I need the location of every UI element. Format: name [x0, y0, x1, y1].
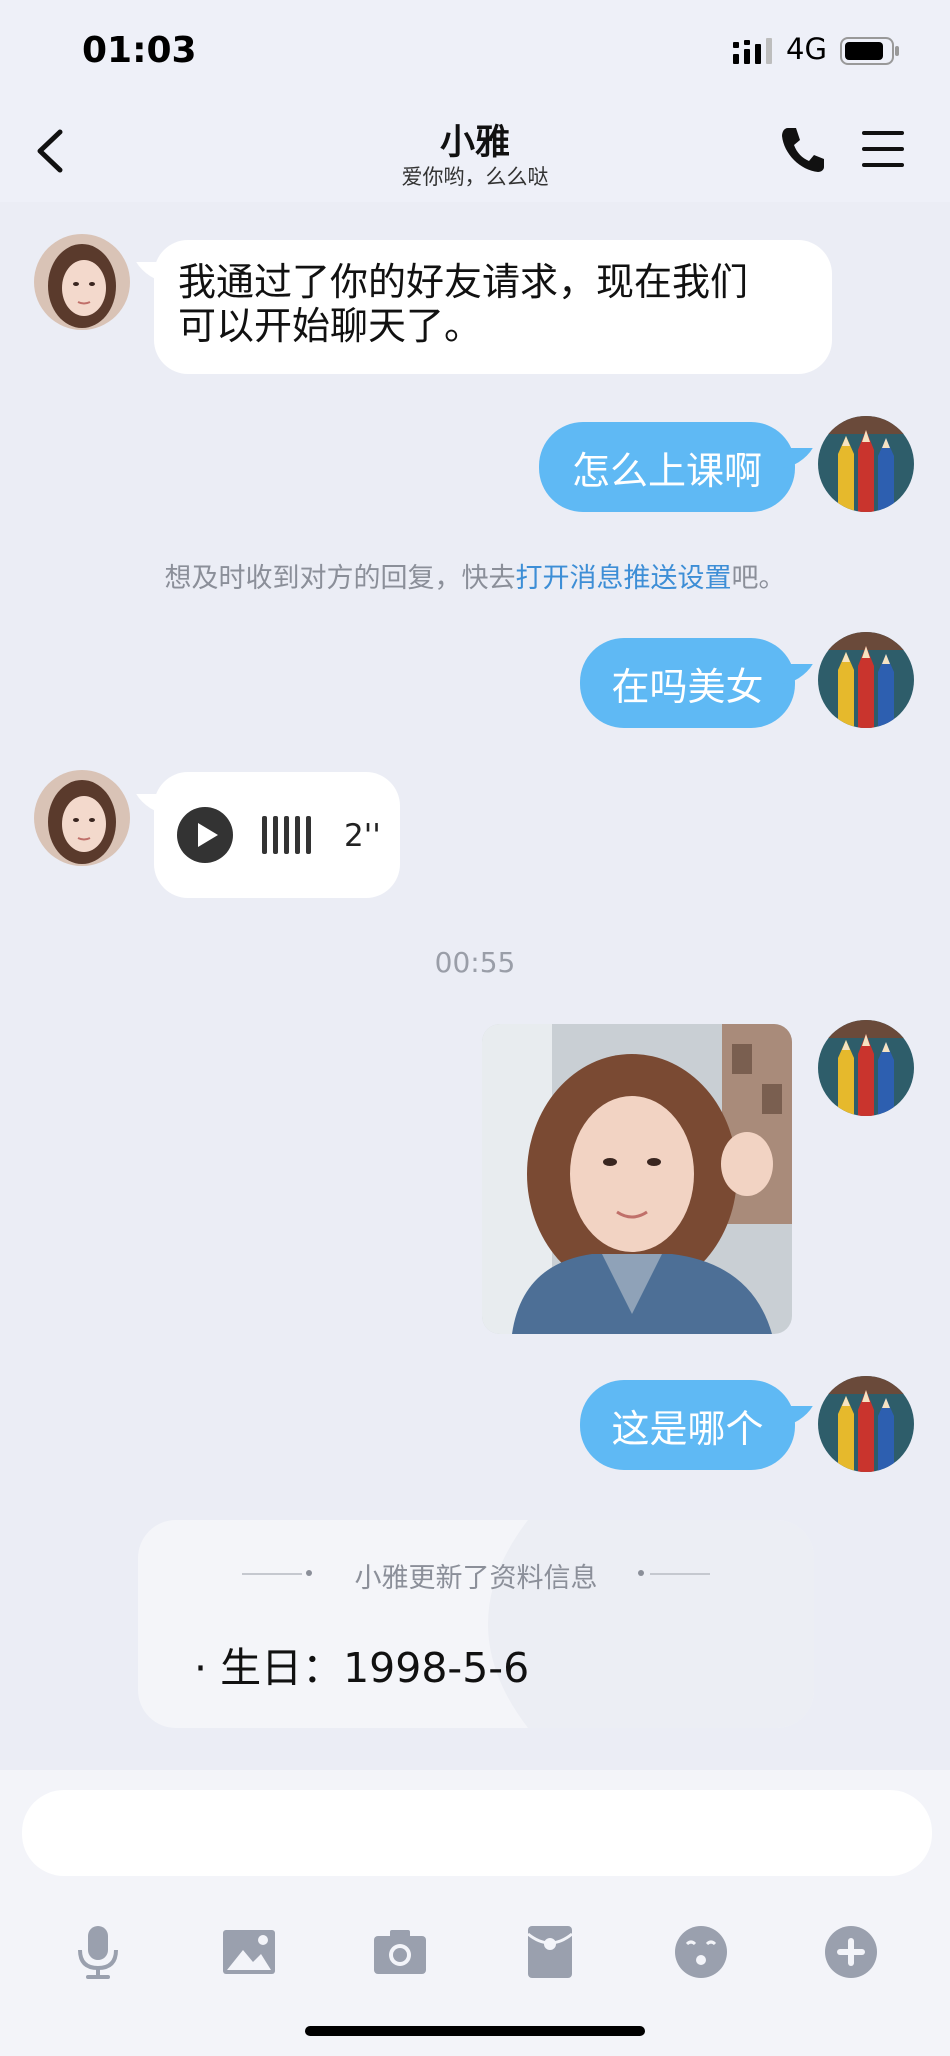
- home-indicator: [305, 2026, 645, 2036]
- push-settings-notice: 想及时收到对方的回复，快去打开消息推送设置吧。: [0, 556, 950, 595]
- chat-header: 小雅 爱你哟，么么哒: [0, 100, 950, 202]
- message-text-line: 我通过了你的好友请求，现在我们: [178, 260, 749, 304]
- plus-icon[interactable]: [821, 1922, 881, 1982]
- message-text: 在吗美女: [611, 664, 764, 709]
- contact-avatar[interactable]: [34, 770, 130, 866]
- my-avatar[interactable]: [818, 416, 914, 512]
- voice-wave-icon: [262, 816, 311, 854]
- input-area: [0, 1770, 950, 2056]
- photo-message[interactable]: [482, 1024, 792, 1334]
- notice-text: 想及时收到对方的回复，快去: [164, 563, 516, 594]
- voice-duration: 2'': [344, 818, 381, 854]
- profile-update-card[interactable]: 小雅更新了资料信息 · 生日：1998-5-6: [138, 1520, 814, 1728]
- message-text: 我通过了你的好友请求，现在我们 可以开始聊天了。: [178, 260, 748, 348]
- notice-text: 吧。: [731, 563, 786, 594]
- divider-dot: [638, 1570, 644, 1576]
- camera-icon[interactable]: [370, 1922, 430, 1982]
- battery-icon: [840, 37, 899, 65]
- voice-message-bubble[interactable]: 2'': [154, 772, 400, 898]
- message-timestamp: 00:55: [434, 946, 516, 979]
- my-avatar[interactable]: [818, 1376, 914, 1472]
- emoji-icon[interactable]: [671, 1922, 731, 1982]
- phone-icon[interactable]: [780, 124, 826, 174]
- message-input[interactable]: [22, 1790, 932, 1876]
- microphone-icon[interactable]: [68, 1922, 128, 1982]
- status-bar: 01:03 4G: [0, 0, 950, 100]
- message-text: 怎么上课啊: [571, 448, 762, 493]
- open-push-settings-link[interactable]: 打开消息推送设置: [516, 563, 732, 594]
- contact-avatar[interactable]: [34, 234, 130, 330]
- image-icon[interactable]: [219, 1922, 279, 1982]
- outgoing-message-bubble[interactable]: 在吗美女: [580, 638, 795, 728]
- my-avatar[interactable]: [818, 1020, 914, 1116]
- card-title: 小雅更新了资料信息: [354, 1563, 598, 1594]
- outgoing-message-bubble[interactable]: 怎么上课啊: [539, 422, 795, 512]
- outgoing-message-bubble[interactable]: 这是哪个: [580, 1380, 795, 1470]
- incoming-message-bubble[interactable]: 我通过了你的好友请求，现在我们 可以开始聊天了。: [154, 240, 832, 374]
- red-packet-icon[interactable]: [520, 1922, 580, 1982]
- signal-icon: [733, 38, 772, 64]
- divider: [650, 1573, 710, 1575]
- status-time: 01:03: [82, 30, 197, 71]
- birthday-item: · 生日：1998-5-6: [194, 1644, 530, 1692]
- network-type: 4G: [786, 32, 827, 66]
- message-text: 这是哪个: [611, 1406, 764, 1451]
- message-text-line: 可以开始聊天了。: [178, 304, 483, 348]
- my-avatar[interactable]: [818, 632, 914, 728]
- card-decoration: [488, 1520, 814, 1728]
- play-icon[interactable]: [176, 806, 234, 864]
- menu-icon[interactable]: [860, 128, 906, 170]
